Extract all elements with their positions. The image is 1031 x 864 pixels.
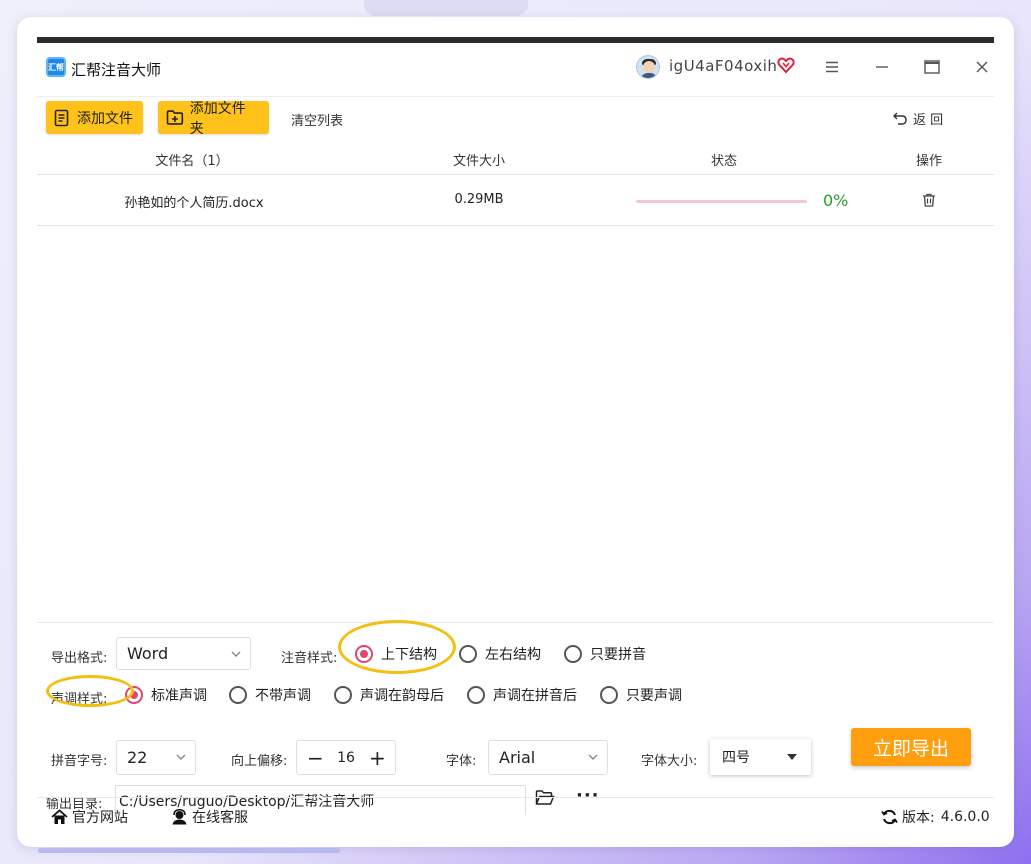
toolbar: 添加文件 添加文件夹 清空列表 返 回 bbox=[37, 96, 994, 137]
pinyin-size-value: 22 bbox=[127, 748, 148, 767]
add-folder-label: 添加文件夹 bbox=[189, 100, 246, 137]
official-website-link[interactable]: 官方网站 bbox=[51, 807, 128, 827]
trash-icon[interactable] bbox=[921, 192, 937, 208]
version-label: 版本: bbox=[902, 810, 935, 826]
radio-dot bbox=[600, 686, 618, 704]
vip-heart-icon[interactable] bbox=[777, 56, 795, 74]
radio-dot bbox=[467, 686, 485, 704]
export-format-label: 导出格式: bbox=[51, 651, 108, 666]
official-website-label: 官方网站 bbox=[72, 810, 128, 826]
user-avatar[interactable] bbox=[636, 55, 660, 79]
version-value: 4.6.0.0 bbox=[940, 809, 990, 825]
radio-label: 标准声调 bbox=[151, 688, 207, 704]
radio-tone-only[interactable]: 只要声调 bbox=[600, 685, 682, 705]
refresh-icon bbox=[881, 809, 898, 825]
export-format-select[interactable]: Word bbox=[116, 637, 251, 670]
chevron-down-icon bbox=[176, 754, 186, 760]
table-row[interactable]: 孙艳如的个人简历.docx 0.29MB 0% bbox=[37, 176, 994, 226]
add-folder-button[interactable]: 添加文件夹 bbox=[158, 101, 269, 137]
export-now-button[interactable]: 立即导出 bbox=[851, 728, 971, 766]
bottom-decor-bar bbox=[38, 848, 340, 853]
pinyin-size-select[interactable]: 22 bbox=[116, 740, 196, 775]
radio-tone-after-pinyin[interactable]: 声调在拼音后 bbox=[467, 685, 577, 705]
offset-stepper[interactable]: − 16 + bbox=[296, 740, 396, 775]
version-info: 版本: 4.6.0.0 bbox=[881, 807, 990, 827]
col-status: 状态 bbox=[710, 154, 738, 169]
radio-label: 左右结构 bbox=[485, 647, 541, 663]
radio-tone-after-final[interactable]: 声调在韵母后 bbox=[334, 685, 444, 705]
radio-dot bbox=[125, 686, 143, 704]
tone-style-label: 声调样式: bbox=[51, 692, 108, 707]
minimize-icon[interactable] bbox=[867, 53, 897, 81]
radio-dot bbox=[229, 686, 247, 704]
font-select[interactable]: Arial bbox=[488, 740, 608, 775]
top-decor-tab bbox=[364, 0, 528, 16]
col-filename: 文件名（1） bbox=[155, 154, 229, 169]
export-format-value: Word bbox=[127, 644, 169, 663]
radio-label: 不带声调 bbox=[255, 688, 311, 704]
font-size-select[interactable]: 四号 bbox=[710, 739, 811, 775]
offset-label: 向上偏移: bbox=[231, 754, 288, 769]
font-label: 字体: bbox=[446, 754, 477, 769]
chevron-down-icon bbox=[588, 754, 598, 760]
online-support-link[interactable]: 在线客服 bbox=[171, 807, 248, 827]
offset-value[interactable]: 16 bbox=[337, 750, 355, 766]
add-file-label: 添加文件 bbox=[77, 110, 133, 127]
username[interactable]: igU4aF04oxih bbox=[669, 57, 777, 75]
font-size-label: 字体大小: bbox=[641, 754, 698, 769]
file-list-area bbox=[37, 227, 994, 623]
radio-dot bbox=[564, 645, 582, 663]
radio-annotation-topbottom[interactable]: 上下结构 bbox=[355, 644, 437, 664]
col-filesize: 文件大小 bbox=[452, 154, 506, 169]
home-icon bbox=[51, 809, 68, 824]
file-name: 孙艳如的个人简历.docx bbox=[124, 196, 264, 211]
increment-button[interactable]: + bbox=[369, 746, 386, 770]
clear-list-button[interactable]: 清空列表 bbox=[291, 110, 343, 129]
caret-down-icon bbox=[787, 754, 797, 760]
radio-tone-none[interactable]: 不带声调 bbox=[229, 685, 311, 705]
radio-label: 声调在韵母后 bbox=[360, 688, 444, 704]
close-icon[interactable] bbox=[967, 53, 997, 81]
online-support-label: 在线客服 bbox=[192, 810, 248, 826]
radio-dot bbox=[459, 645, 477, 663]
app-frame: 汇帮 汇帮注音大师 igU4aF04oxih 添加文件 添加文件夹 清空列表 返… bbox=[37, 37, 994, 827]
radio-label: 只要拼音 bbox=[590, 647, 646, 663]
radio-label: 声调在拼音后 bbox=[493, 688, 577, 704]
radio-label: 只要声调 bbox=[626, 688, 682, 704]
col-actions: 操作 bbox=[915, 154, 943, 169]
file-list-icon bbox=[54, 109, 69, 126]
table-header: 文件名（1） 文件大小 状态 操作 bbox=[37, 143, 994, 175]
radio-annotation-leftright[interactable]: 左右结构 bbox=[459, 644, 541, 664]
folder-add-icon bbox=[166, 110, 184, 125]
customer-service-icon bbox=[172, 809, 187, 825]
footer: 官方网站 在线客服 版本: 4.6.0.0 bbox=[37, 797, 994, 833]
font-value: Arial bbox=[499, 748, 536, 767]
add-file-button[interactable]: 添加文件 bbox=[46, 101, 143, 134]
radio-tone-standard[interactable]: 标准声调 bbox=[125, 685, 207, 705]
app-title: 汇帮注音大师 bbox=[71, 61, 162, 79]
menu-icon[interactable] bbox=[817, 53, 847, 81]
maximize-icon[interactable] bbox=[917, 53, 947, 81]
radio-label: 上下结构 bbox=[381, 647, 437, 663]
font-size-value: 四号 bbox=[722, 750, 750, 766]
undo-arrow-icon bbox=[893, 112, 907, 125]
progress-percent: 0% bbox=[823, 191, 849, 210]
app-window: 汇帮 汇帮注音大师 igU4aF04oxih 添加文件 添加文件夹 清空列表 返… bbox=[17, 17, 1014, 847]
file-size: 0.29MB bbox=[454, 192, 504, 207]
radio-annotation-pinyinonly[interactable]: 只要拼音 bbox=[564, 644, 646, 664]
settings-panel: 导出格式: Word 注音样式: 上下结构 左右结构 只要拼音 声调样式: 标准… bbox=[37, 620, 994, 815]
annotation-style-label: 注音样式: bbox=[281, 651, 338, 666]
progress-bar bbox=[636, 200, 807, 203]
app-logo-icon: 汇帮 bbox=[46, 57, 66, 77]
pinyin-size-label: 拼音字号: bbox=[51, 754, 108, 769]
decrement-button[interactable]: − bbox=[307, 746, 324, 770]
radio-dot bbox=[334, 686, 352, 704]
back-label: 返 回 bbox=[913, 113, 944, 128]
radio-dot bbox=[355, 645, 373, 663]
back-button[interactable]: 返 回 bbox=[893, 109, 943, 128]
chevron-down-icon bbox=[231, 651, 241, 657]
title-bar: 汇帮 汇帮注音大师 igU4aF04oxih bbox=[37, 43, 994, 95]
